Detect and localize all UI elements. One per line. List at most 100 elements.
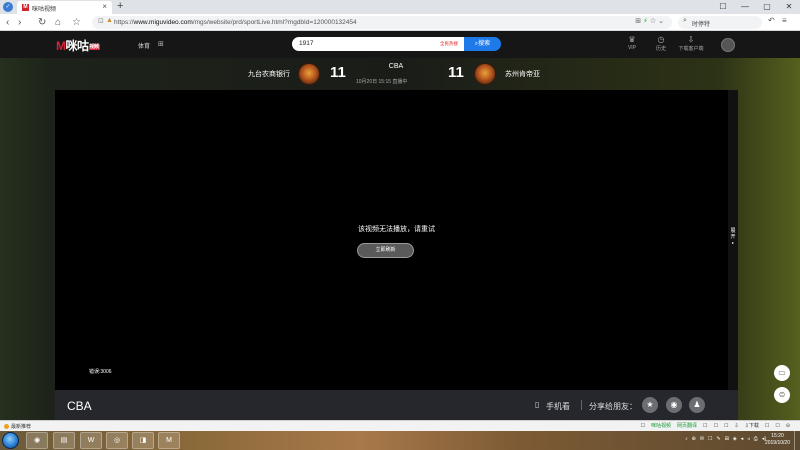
taskbar-app-photos[interactable]: ◨: [132, 432, 154, 449]
history-icon: ◷: [657, 35, 665, 44]
retry-button[interactable]: 立即刷新: [357, 243, 414, 258]
status-icon-3[interactable]: ☐: [724, 422, 728, 430]
home-team-name: 九台农商银行: [248, 71, 290, 78]
window-maximize-button[interactable]: ▢: [756, 0, 778, 14]
home-score: 11: [330, 64, 346, 81]
latest-recommend[interactable]: 最新推荐: [4, 423, 31, 430]
system-tray: ♪ ⊕ ✉ ☐ ✎ ⊞ ◈ ◂ ◃ ⎙ ◂): [685, 436, 766, 442]
window-close-button[interactable]: ✕: [778, 0, 800, 14]
tray-music-icon[interactable]: ♪: [685, 436, 688, 442]
download-icon: ⇩: [687, 35, 695, 44]
start-button[interactable]: [2, 432, 19, 449]
browser-logo-icon[interactable]: ✓: [3, 2, 13, 12]
feedback-icon[interactable]: ▭: [774, 365, 790, 381]
refresh-icon[interactable]: ↻: [38, 15, 46, 30]
taskbar-app-migu[interactable]: M: [158, 432, 180, 449]
qq-icon[interactable]: ♟: [689, 397, 705, 413]
back-icon[interactable]: ‹: [6, 15, 9, 30]
window-pin-button[interactable]: ☐: [712, 0, 734, 14]
status-icon-4[interactable]: ☐: [765, 422, 769, 430]
player-error-message: 该视频无法播放，请重试: [358, 226, 435, 233]
site-search-query: 1917: [299, 40, 314, 47]
url-actions: ⊞ ⚡ ☆ ⌄: [635, 17, 664, 25]
status-icon-5[interactable]: ☐: [775, 422, 779, 430]
site-info-icon[interactable]: ⊡: [98, 17, 104, 25]
system-clock[interactable]: 15:20 2019/10/20: [765, 433, 790, 447]
header-download[interactable]: ⇩ 下载客户端: [676, 35, 706, 52]
lightning-icon[interactable]: ⚡: [643, 18, 648, 25]
header-vip[interactable]: ♛ VIP: [617, 35, 647, 51]
video-player[interactable]: 该视频无法播放，请重试 立即刷新 错误:3006: [55, 90, 738, 390]
undo-icon[interactable]: ↶: [768, 16, 775, 25]
search-icon: ⌕: [683, 17, 687, 24]
category-grid-icon[interactable]: ⊞: [158, 40, 164, 48]
video-title: CBA: [67, 399, 92, 413]
tray-grid-icon[interactable]: ⊞: [725, 436, 729, 442]
phone-watch-link[interactable]: 手机看: [546, 401, 570, 412]
back-to-top-icon[interactable]: ⊜: [774, 387, 790, 403]
site-search-input[interactable]: 1917 全民热搜: [292, 37, 464, 51]
side-panel-toggle[interactable]: 展开 ▸: [729, 228, 737, 246]
bookmark-icon[interactable]: ☆: [650, 18, 656, 25]
status-translate[interactable]: 网页翻译: [677, 422, 697, 430]
browser-tab[interactable]: M 咪咕视频 ×: [17, 1, 112, 14]
header-history[interactable]: ◷ 历史: [646, 35, 676, 52]
logo-mark-icon: M: [56, 39, 66, 53]
migu-logo[interactable]: M咪咕视频: [56, 37, 100, 54]
site-search-button[interactable]: ⌕搜索: [464, 37, 501, 51]
favorite-star-icon[interactable]: ☆: [72, 15, 81, 30]
status-video-icon[interactable]: ☐: [640, 422, 644, 430]
browser-status-bar: 最新推荐 ☐ 咪咕视频 网页翻译 ☐ ☐ ☐ ⇩ ⇩下载 ☐ ☐ ⊝: [0, 420, 800, 431]
tray-arrow2-icon[interactable]: ◃: [747, 436, 750, 442]
status-icon-1[interactable]: ☐: [703, 422, 707, 430]
recommend-dot-icon: [4, 424, 9, 429]
status-download[interactable]: ⇩下载: [745, 422, 759, 430]
clock-time: 15:20: [771, 433, 784, 439]
tray-security-icon[interactable]: ◈: [733, 436, 737, 442]
windows-taskbar: ◉ ▤ W ◎ ◨ M ♪ ⊕ ✉ ☐ ✎ ⊞ ◈ ◂ ◃ ⎙ ◂) 15:20…: [0, 431, 800, 450]
taskbar-app-360[interactable]: ◉: [26, 432, 48, 449]
tray-arrow-icon[interactable]: ◂: [741, 436, 744, 442]
tray-pen-icon[interactable]: ✎: [717, 436, 721, 442]
phone-icon[interactable]: ▯: [535, 400, 539, 409]
url-text: https://www.miguvideo.com/mgs/website/pr…: [114, 19, 357, 26]
video-info-bar: CBA ▯ 手机看 分享给朋友： ★ ◉ ♟: [55, 390, 738, 420]
status-migu-video[interactable]: 咪咕视频: [651, 422, 671, 430]
tray-display-icon[interactable]: ⎙: [754, 436, 758, 442]
menu-icon[interactable]: ≡: [782, 16, 787, 25]
window-minimize-button[interactable]: —: [734, 0, 756, 14]
translate-icon[interactable]: ⊞: [635, 18, 641, 25]
home-icon[interactable]: ⌂: [55, 15, 61, 30]
hot-search-label[interactable]: 全民热搜: [440, 41, 458, 47]
star-icon[interactable]: ★: [642, 397, 658, 413]
browser-search-text: 时停特: [692, 22, 711, 28]
status-download-icon[interactable]: ⇩: [734, 422, 738, 430]
match-scoreboard: 九台农商银行 11 CBA 10月20日 15:15 直播中 11 苏州肯帝亚: [0, 58, 800, 90]
tab-title: 咪咕视频: [32, 7, 57, 13]
tray-network-icon[interactable]: ⊕: [692, 436, 696, 442]
browser-search-input[interactable]: ⌕ 时停特: [678, 16, 762, 29]
dropdown-icon[interactable]: ⌄: [658, 18, 664, 25]
new-tab-button[interactable]: +: [117, 0, 123, 12]
site-header: M咪咕视频 体育 ⊞ 1917 全民热搜 ⌕搜索 ♛ VIP ◷ 历史 ⇩ 下载…: [0, 31, 800, 58]
forward-icon[interactable]: ›: [18, 15, 21, 30]
avatar[interactable]: [721, 38, 735, 52]
away-team-name: 苏州肯帝亚: [505, 71, 540, 78]
url-field[interactable]: ⊡ ▲ https://www.miguvideo.com/mgs/websit…: [92, 16, 672, 29]
tray-app-icon[interactable]: ☐: [708, 436, 712, 442]
taskbar-app-wechat[interactable]: ◎: [106, 432, 128, 449]
zoom-icon[interactable]: ⊝: [786, 422, 790, 430]
tab-close-icon[interactable]: ×: [102, 2, 107, 11]
show-desktop-button[interactable]: [794, 431, 800, 450]
taskbar-app-word[interactable]: W: [80, 432, 102, 449]
taskbar-app-explorer[interactable]: ▤: [53, 432, 75, 449]
status-icon-2[interactable]: ☐: [713, 422, 717, 430]
error-code: 错误:3006: [89, 369, 112, 375]
window-controls: ☐ — ▢ ✕: [712, 0, 800, 14]
tray-mail-icon[interactable]: ✉: [700, 436, 704, 442]
expand-arrow-icon: ▸: [731, 240, 734, 245]
vip-icon: ♛: [628, 35, 636, 44]
weibo-icon[interactable]: ◉: [666, 397, 682, 413]
security-warning-icon[interactable]: ▲: [106, 17, 113, 24]
nav-sports[interactable]: 体育: [138, 41, 150, 50]
